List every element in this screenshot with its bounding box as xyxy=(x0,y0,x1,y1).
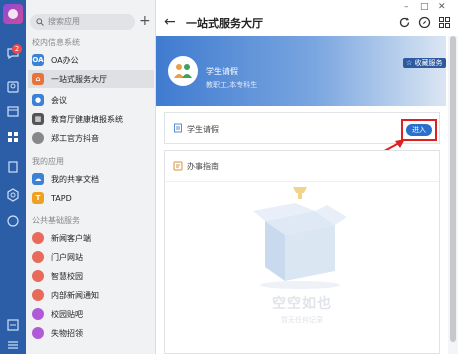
sidebar-item-label: OA办公 xyxy=(51,55,79,65)
compass-icon[interactable] xyxy=(418,16,431,29)
grid-icon[interactable] xyxy=(438,16,451,29)
meeting-icon: ● xyxy=(32,94,44,106)
sidebar-item-portal[interactable]: 门户网站 xyxy=(28,248,154,266)
guide-title: 办事指南 xyxy=(187,162,219,171)
sidebar-item-label: 郑工官方抖音 xyxy=(51,133,99,143)
sidebar-item-internal-news[interactable]: 内部新闻通知 xyxy=(28,286,154,304)
group-title-public-services: 公共基础服务 xyxy=(32,216,80,225)
qr-code-icon: ▦ xyxy=(32,113,44,125)
sidebar-item-label: 门户网站 xyxy=(51,252,83,262)
search-placeholder: 搜索应用 xyxy=(48,17,80,26)
sidebar-item-news-client[interactable]: 新闻客户端 xyxy=(28,229,154,247)
search-icon xyxy=(36,18,44,26)
minimize-button[interactable]: – xyxy=(404,2,409,12)
smart-campus-icon xyxy=(32,270,44,282)
empty-state-subtitle: 暂无任何记录 xyxy=(281,316,323,324)
close-button[interactable]: ✕ xyxy=(438,2,446,12)
service-hall-icon: ⌂ xyxy=(32,73,44,85)
sidebar-item-label: TAPD xyxy=(51,193,72,203)
settings-icon[interactable] xyxy=(6,188,20,202)
sidebar-item-label: 我的共享文档 xyxy=(51,174,99,184)
maximize-button[interactable]: □ xyxy=(420,2,429,12)
sidebar-item-label: 教育厅健康填报系统 xyxy=(51,114,123,124)
sidebar-item-label: 智慧校园 xyxy=(51,271,83,281)
forum-icon xyxy=(32,308,44,320)
student-leave-avatar xyxy=(168,56,198,86)
app-logo[interactable] xyxy=(3,4,23,24)
news-icon xyxy=(32,232,44,244)
guide-section: 办事指南 空空如也 暂无任何记录 xyxy=(164,150,440,354)
banner-app-name: 学生请假 xyxy=(206,67,238,76)
portal-icon xyxy=(32,251,44,263)
service-card-label: 学生请假 xyxy=(187,125,219,134)
tapd-icon: T xyxy=(32,192,44,204)
favorite-service-button[interactable]: ☆ 收藏服务 xyxy=(403,58,446,68)
cloud-icon[interactable] xyxy=(6,214,20,228)
sidebar-item-shared-docs[interactable]: ☁ 我的共享文档 xyxy=(28,170,154,188)
add-app-button[interactable]: + xyxy=(139,13,151,29)
guide-icon xyxy=(173,161,183,171)
more-icon[interactable] xyxy=(6,338,20,352)
sidebar-item-label: 新闻客户端 xyxy=(51,233,91,243)
sidebar-item-meeting[interactable]: ● 会议 xyxy=(28,91,154,109)
page-title: 一站式服务大厅 xyxy=(186,17,263,30)
contacts-icon[interactable] xyxy=(6,80,20,94)
sidebar-item-label: 一站式服务大厅 xyxy=(51,74,107,84)
sidebar-item-label: 会议 xyxy=(51,95,67,105)
banner-app-audience: 教职工,本专科生 xyxy=(206,81,258,89)
internal-news-icon xyxy=(32,289,44,301)
calendar-icon[interactable] xyxy=(6,104,20,118)
sidebar-item-label: 失物招领 xyxy=(51,328,83,338)
favorite-label: 收藏服务 xyxy=(414,59,443,67)
sidebar-item-campus-forum[interactable]: 校园贴吧 xyxy=(28,305,154,323)
sidebar-item-douyin[interactable]: 郑工官方抖音 xyxy=(28,129,154,147)
refresh-icon[interactable] xyxy=(398,16,411,29)
sidebar-item-lost-found[interactable]: 失物招领 xyxy=(28,324,154,342)
sidebar-item-tapd[interactable]: T TAPD xyxy=(28,189,154,207)
douyin-icon xyxy=(32,132,44,144)
sidebar-item-oa[interactable]: OA OA办公 xyxy=(28,51,154,69)
doc-icon[interactable] xyxy=(6,160,20,174)
menu-icon[interactable] xyxy=(6,318,20,332)
app-rail: 2 xyxy=(0,0,26,354)
sidebar-item-service-hall[interactable]: ⌂ 一站式服务大厅 xyxy=(28,70,154,88)
unread-badge: 2 xyxy=(12,44,22,54)
sidebar-item-label: 校园贴吧 xyxy=(51,309,83,319)
app-sidebar: 搜索应用 + 校内信息系统 OA OA办公 ⌂ 一站式服务大厅 ● 会议 ▦ 教… xyxy=(26,0,156,354)
group-title-campus: 校内信息系统 xyxy=(32,38,80,47)
group-title-my-apps: 我的应用 xyxy=(32,157,64,166)
search-input[interactable]: 搜索应用 xyxy=(30,14,135,30)
shared-docs-icon: ☁ xyxy=(32,173,44,185)
empty-box-illustration xyxy=(253,187,347,289)
sidebar-item-label: 内部新闻通知 xyxy=(51,290,99,300)
service-banner: 学生请假 教职工,本专科生 ☆ 收藏服务 xyxy=(156,36,446,106)
back-button[interactable]: ← xyxy=(164,14,176,30)
workbench-icon[interactable] xyxy=(6,130,20,144)
scrollbar-thumb[interactable] xyxy=(450,36,456,342)
sidebar-item-health-report[interactable]: ▦ 教育厅健康填报系统 xyxy=(28,110,154,128)
oa-icon: OA xyxy=(32,54,44,66)
sidebar-item-smart-campus[interactable]: 智慧校园 xyxy=(28,267,154,285)
main-panel: – □ ✕ ← 一站式服务大厅 学生请假 教职工,本专科生 ☆ 收藏服务 学生请… xyxy=(156,0,458,354)
lost-found-icon xyxy=(32,327,44,339)
service-doc-icon xyxy=(173,123,183,133)
empty-state-title: 空空如也 xyxy=(272,296,332,312)
